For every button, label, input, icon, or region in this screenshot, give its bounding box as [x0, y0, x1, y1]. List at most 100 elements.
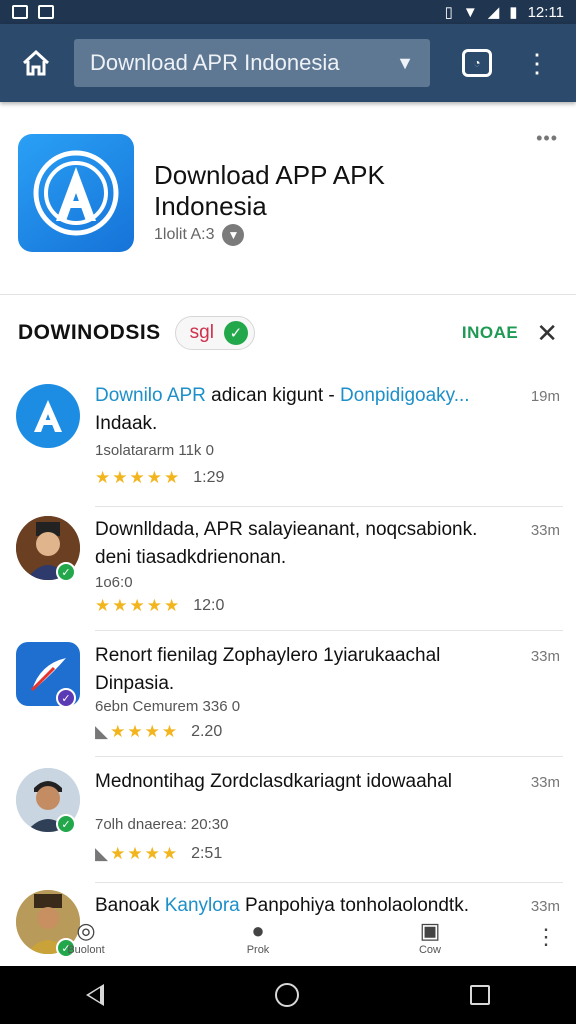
close-icon[interactable]: ✕ [536, 320, 558, 346]
item-time: 33m [530, 522, 560, 539]
tab-more[interactable]: ⋮ [516, 910, 576, 966]
status-bar: ▯ ▼ ◢ ▮ 12:11 [0, 0, 576, 24]
url-bar[interactable]: Download APR Indonesia ▼ [74, 39, 430, 87]
item-title: Downlldada, APR salayieanant, noqcsabion… [95, 519, 478, 540]
url-text: Download APR Indonesia [90, 50, 340, 75]
item-title-text: adican kigunt - [205, 385, 341, 406]
back-icon[interactable] [85, 984, 104, 1006]
star-icon: ★ [129, 468, 145, 487]
list-item[interactable]: ✓ Renort fienilag Zophaylero 1yiarukaach… [0, 636, 576, 756]
downloads-section-header: DOWINODSIS sgl ✓ INOAE ✕ [0, 310, 576, 356]
item-time: 33m [530, 648, 560, 665]
star-icon: ★ [129, 596, 145, 615]
filter-chip[interactable]: sgl ✓ [174, 316, 255, 350]
tab-label: Buolont [67, 944, 105, 956]
star-icon: ★ [146, 596, 162, 615]
item-title-link[interactable]: Donpidigoaky... [340, 385, 470, 406]
photo-notification-icon [38, 5, 54, 19]
avatar [16, 384, 80, 448]
chevron-down-icon[interactable]: ▼ [396, 53, 414, 74]
tabs-icon: ◔ [473, 56, 481, 70]
star-icon: ★ [161, 722, 178, 741]
rating-value: 12:0 [193, 597, 225, 614]
star-icon: ★ [112, 596, 128, 615]
app-header: Download APP APK Indonesia 1lolit A:3 ▼ … [0, 118, 576, 294]
gallery-notification-icon [12, 5, 28, 19]
rating-value: 1:29 [193, 469, 225, 486]
star-icon: ★ [110, 844, 126, 863]
app-logo-icon [34, 400, 62, 432]
app-title: Download APP APK Indonesia [154, 160, 385, 221]
clock: 12:11 [527, 3, 564, 21]
item-title: Mednontihag Zordclasdkariagnt idowaahal [95, 771, 453, 792]
item-title: Downilo APR adican kigunt - Donpidigoaky… [95, 384, 515, 408]
list-item[interactable]: ✓ Downlldada, APR salayieanant, noqcsabi… [0, 510, 576, 630]
wifi-icon: ▼ [462, 3, 478, 21]
star-icon: ★ [144, 844, 160, 863]
list-item[interactable]: Downilo APR adican kigunt - Donpidigoaky… [0, 376, 576, 506]
item-subtitle: 6ebn Cemurem 336 0 [95, 698, 241, 715]
tab-cow[interactable]: ▣ Cow [344, 910, 516, 966]
star-icon: ★ [95, 468, 111, 487]
item-subtitle: 1solatararm 11k 0 [95, 442, 214, 459]
rating-value: 2:51 [191, 845, 223, 862]
drop-icon: ● [251, 918, 265, 943]
rating-value: 2.20 [191, 723, 223, 740]
item-rating: ★ ★ ★ ★ ★ 1:29 [95, 468, 224, 488]
item-subtitle: 7olh dnaerea: 20:30 [95, 816, 229, 833]
bottom-tab-bar: ◎ Buolont ● Prok ▣ Cow ⋮ [0, 910, 576, 966]
home-circle-icon[interactable] [274, 983, 299, 1007]
verified-badge-icon: ✓ [56, 562, 76, 582]
chip-label: sgl [189, 322, 214, 343]
item-title: Renort fienilag Zophaylero 1yiarukaachal [95, 645, 441, 666]
star-half-icon: ★ [164, 596, 180, 615]
tab-buolont[interactable]: ◎ Buolont [0, 910, 172, 966]
app-meta-text: 1lolit A:3 [154, 226, 215, 243]
star-icon: ★ [144, 722, 160, 741]
browser-toolbar: Download APR Indonesia ▼ ◔ ⋮ [0, 24, 576, 102]
download-circle-icon[interactable]: ▼ [222, 224, 245, 246]
signal-icon: ◢ [487, 4, 500, 21]
battery-icon: ▮ [509, 4, 518, 21]
overflow-menu-icon[interactable]: ⋮ [524, 50, 550, 76]
item-title-line2: deni tiasadkdrienonan. [95, 547, 287, 568]
item-divider [95, 630, 563, 631]
item-divider [95, 882, 563, 883]
item-rating: ◣ ★ ★ ★ ★ 2:51 [95, 844, 222, 864]
tabs-button[interactable]: ◔ [462, 49, 492, 77]
app-logo-icon [33, 150, 119, 236]
home-icon [22, 49, 50, 76]
star-half-icon: ★ [164, 468, 180, 487]
item-subtitle: 1o6:0 [95, 574, 133, 591]
tab-label: Prok [246, 944, 270, 956]
list-item[interactable]: ✓ Mednontihag Zordclasdkariagnt idowaaha… [0, 762, 576, 882]
section-action-button[interactable]: INOAE [462, 323, 518, 343]
star-icon: ★ [110, 722, 126, 741]
item-time: 19m [530, 388, 560, 405]
app-icon[interactable] [18, 134, 134, 252]
section-title: DOWINODSIS [18, 321, 161, 344]
item-title-link[interactable]: Downilo APR [95, 385, 206, 406]
recent-apps-icon[interactable] [470, 985, 491, 1005]
item-rating: ◣ ★ ★ ★ ★ 2.20 [95, 722, 222, 742]
folder-icon: ▣ [419, 918, 441, 943]
verified-badge-icon: ✓ [56, 688, 76, 708]
thumb-icon: ◣ [95, 844, 109, 863]
system-navigation-bar [0, 966, 576, 1024]
item-time: 33m [530, 774, 560, 791]
star-icon: ★ [127, 844, 143, 863]
more-options-icon[interactable]: ••• [536, 128, 558, 149]
star-icon: ★ [95, 596, 111, 615]
tab-label: Cow [418, 944, 441, 956]
item-title-line2: Indaak. [95, 413, 158, 434]
verified-badge-icon: ✓ [56, 814, 76, 834]
star-icon: ★ [146, 468, 162, 487]
item-divider [95, 756, 563, 757]
star-icon: ★ [112, 468, 128, 487]
thumb-icon: ◣ [95, 722, 109, 741]
refresh-icon: ◎ [76, 918, 96, 943]
tab-prok[interactable]: ● Prok [172, 910, 344, 966]
item-rating: ★ ★ ★ ★ ★ 12:0 [95, 596, 224, 616]
home-button[interactable] [16, 43, 56, 83]
header-divider [0, 294, 576, 295]
